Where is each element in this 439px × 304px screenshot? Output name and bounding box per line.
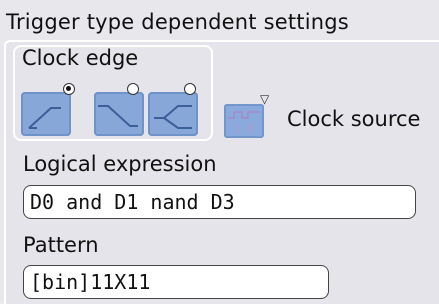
either-edge-button[interactable] (148, 92, 198, 136)
logical-expression-field[interactable]: D0 and D1 nand D3 (23, 185, 416, 219)
rising-edge-button[interactable] (21, 92, 71, 136)
rising-edge-icon (28, 107, 61, 129)
either-edge-icon (154, 105, 192, 129)
trigger-settings-panel: Trigger type dependent settings Clock ed… (0, 0, 439, 304)
clock-edge-label: Clock edge (22, 46, 139, 70)
falling-edge-radio[interactable] (127, 83, 139, 95)
pattern-field[interactable]: [bin]11X11 (23, 265, 329, 299)
clock-source-bits: 1.0 (234, 122, 254, 135)
clock-source-button[interactable]: 1.0 (224, 104, 264, 138)
dropdown-triangle-icon: ▽ (260, 92, 270, 106)
rising-edge-radio[interactable] (63, 83, 75, 95)
waveform-icon (228, 110, 260, 122)
panel-title: Trigger type dependent settings (6, 10, 349, 34)
pattern-label: Pattern (23, 233, 99, 257)
falling-edge-button[interactable] (94, 92, 144, 136)
logical-expression-label: Logical expression (23, 152, 217, 176)
either-edge-radio[interactable] (184, 83, 196, 95)
clock-source-label: Clock source (287, 107, 421, 131)
falling-edge-icon (98, 105, 138, 127)
